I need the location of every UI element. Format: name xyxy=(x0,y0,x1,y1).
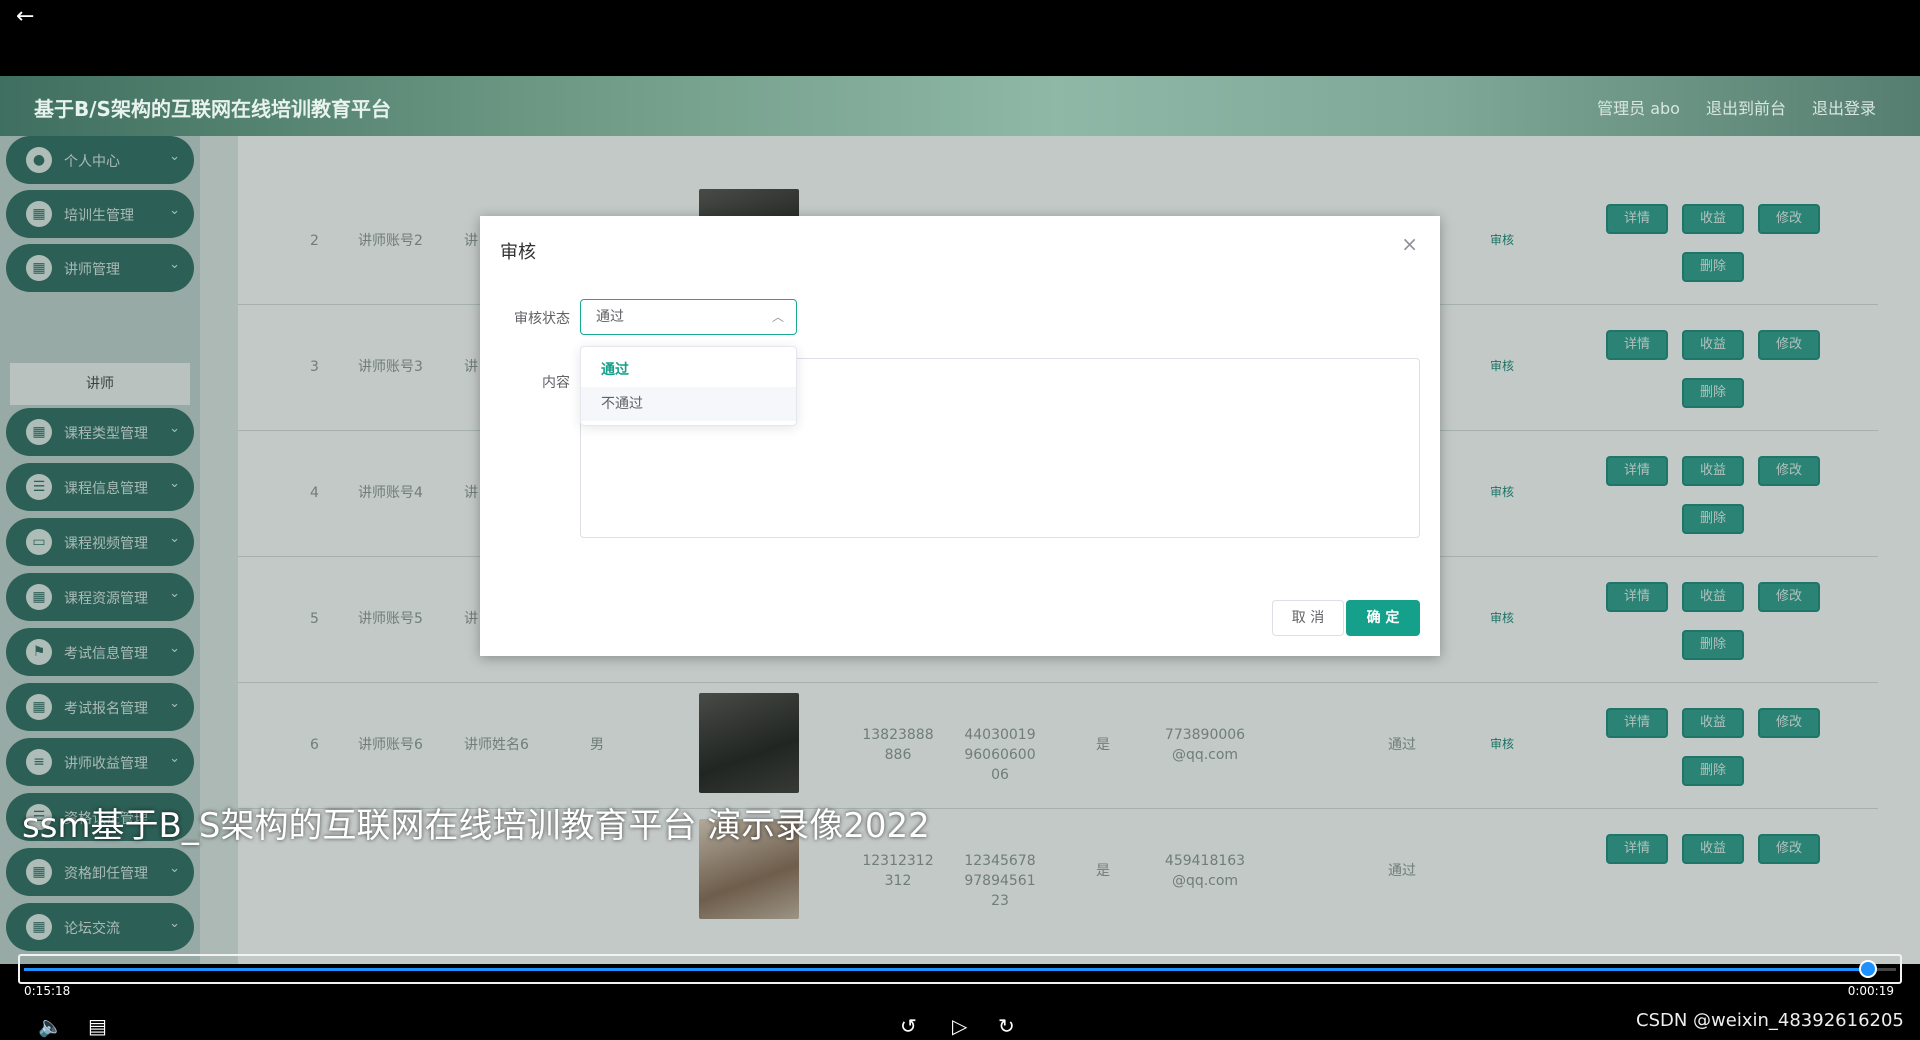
video-caption: ssm基于B_S架构的互联网在线培训教育平台 演示录像2022 xyxy=(22,806,930,846)
cancel-button[interactable]: 取 消 xyxy=(1272,600,1344,636)
forward-30-icon[interactable]: ↻ xyxy=(998,1014,1015,1038)
watermark: CSDN @weixin_48392616205 xyxy=(1636,1010,1904,1031)
content-label: 内容 xyxy=(542,375,570,391)
video-player: ← 基于B/S架构的互联网在线培训教育平台 管理员 abo 退出到前台 退出登录… xyxy=(0,0,1920,1040)
dialog-title: 审核 xyxy=(500,242,536,263)
progress-fill xyxy=(24,968,1868,971)
header-links: 管理员 abo 退出到前台 退出登录 xyxy=(1597,95,1876,119)
status-label: 审核状态 xyxy=(514,311,570,327)
admin-link[interactable]: 管理员 abo xyxy=(1597,95,1680,119)
option-pass[interactable]: 通过 xyxy=(581,353,796,387)
rewind-10-icon[interactable]: ↺ xyxy=(900,1014,917,1038)
chevron-up-icon: ︿ xyxy=(771,310,784,324)
status-select-value: 通过 xyxy=(596,309,624,325)
remaining-time: 0:00:19 xyxy=(1847,984,1894,998)
status-select[interactable]: 通过 ︿ xyxy=(580,299,797,335)
progress-handle[interactable] xyxy=(1858,960,1877,978)
app-header: 基于B/S架构的互联网在线培训教育平台 管理员 abo 退出到前台 退出登录 xyxy=(0,76,1920,136)
logout-link[interactable]: 退出登录 xyxy=(1812,95,1876,119)
option-fail[interactable]: 不通过 xyxy=(581,387,796,421)
confirm-button[interactable]: 确 定 xyxy=(1346,600,1420,636)
play-icon[interactable]: ▷ xyxy=(952,1014,967,1038)
front-link[interactable]: 退出到前台 xyxy=(1706,95,1786,119)
arrow-left-icon[interactable]: ← xyxy=(16,4,34,29)
current-time: 0:15:18 xyxy=(24,984,71,998)
status-dropdown: 通过 不通过 xyxy=(580,346,797,426)
subtitles-icon[interactable]: ▤ xyxy=(88,1014,107,1038)
app-title: 基于B/S架构的互联网在线培训教育平台 xyxy=(34,97,391,121)
volume-icon[interactable]: 🔈 xyxy=(38,1014,63,1038)
progress-bar[interactable] xyxy=(18,954,1902,984)
close-icon[interactable]: × xyxy=(1401,232,1418,256)
audit-dialog: 审核 × 审核状态 通过 ︿ 内容 通过 不通过 取 消 确 定 xyxy=(480,216,1440,656)
